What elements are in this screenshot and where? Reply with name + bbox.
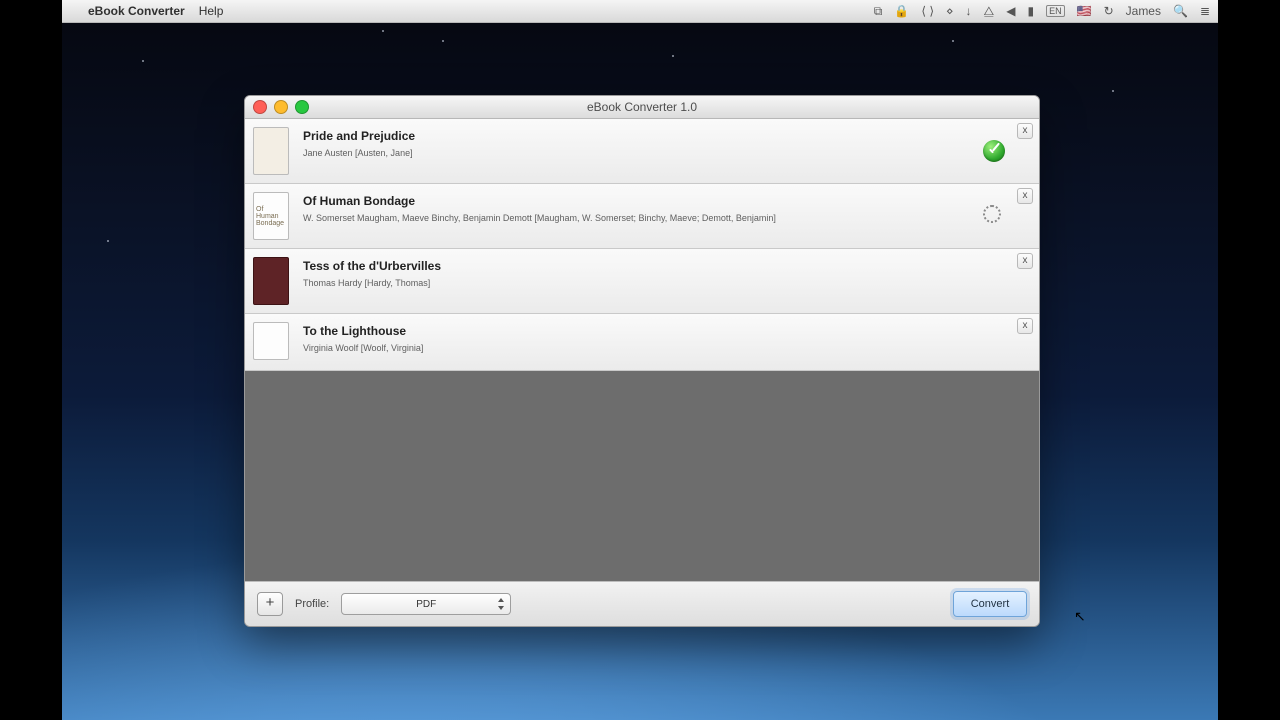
book-thumbnail (253, 257, 289, 305)
remove-item-button[interactable]: x (1017, 188, 1033, 204)
book-thumbnail (253, 322, 289, 360)
list-item[interactable]: Pride and Prejudice Jane Austen [Austen,… (245, 119, 1039, 184)
dropbox-icon[interactable]: ⋄ (946, 4, 954, 18)
empty-area (245, 371, 1039, 581)
app-window: eBook Converter 1.0 Pride and Prejudice … (244, 95, 1040, 627)
convert-button[interactable]: Convert (953, 591, 1027, 617)
list-item[interactable]: Tess of the d'Urbervilles Thomas Hardy [… (245, 249, 1039, 314)
status-done-icon (983, 140, 1005, 162)
flag-icon[interactable]: 🇺🇸 (1077, 4, 1092, 18)
sync-icon[interactable]: ⟨ ⟩ (921, 4, 934, 18)
book-title: To the Lighthouse (303, 324, 1029, 338)
list-item[interactable]: To the Lighthouse Virginia Woolf [Woolf,… (245, 314, 1039, 371)
wifi-icon[interactable]: ⧋ (984, 4, 995, 19)
window-title: eBook Converter 1.0 (587, 100, 697, 114)
time-machine-icon[interactable]: ↻ (1104, 4, 1114, 18)
language-indicator[interactable]: EN (1046, 5, 1065, 17)
status-working-icon (983, 205, 1005, 227)
book-thumbnail (253, 127, 289, 175)
book-title: Pride and Prejudice (303, 129, 1029, 143)
lock-icon[interactable]: 🔒 (894, 4, 909, 18)
download-icon[interactable]: ↓ (966, 4, 972, 18)
window-zoom-button[interactable] (295, 100, 309, 114)
remove-item-button[interactable]: x (1017, 318, 1033, 334)
window-close-button[interactable] (253, 100, 267, 114)
help-menu[interactable]: Help (199, 4, 224, 18)
desktop: eBook Converter Help ⧉ 🔒 ⟨ ⟩ ⋄ ↓ ⧋ ◀︎ ▮ … (62, 0, 1218, 720)
screen-share-icon[interactable]: ⧉ (874, 4, 883, 19)
user-menu[interactable]: James (1126, 4, 1161, 18)
add-button[interactable]: + (257, 592, 283, 616)
profile-label: Profile: (295, 598, 329, 610)
remove-item-button[interactable]: x (1017, 123, 1033, 139)
bottom-toolbar: + Profile: PDF Convert (245, 581, 1039, 626)
list-item[interactable]: Of Human Bondage Of Human Bondage W. Som… (245, 184, 1039, 249)
window-minimize-button[interactable] (274, 100, 288, 114)
book-thumbnail: Of Human Bondage (253, 192, 289, 240)
remove-item-button[interactable]: x (1017, 253, 1033, 269)
spotlight-icon[interactable]: 🔍 (1173, 4, 1188, 18)
book-author: W. Somerset Maugham, Maeve Binchy, Benja… (303, 213, 1029, 223)
profile-select[interactable]: PDF (341, 593, 511, 615)
battery-icon[interactable]: ▮ (1028, 4, 1035, 18)
menubar: eBook Converter Help ⧉ 🔒 ⟨ ⟩ ⋄ ↓ ⧋ ◀︎ ▮ … (62, 0, 1218, 23)
book-author: Virginia Woolf [Woolf, Virginia] (303, 343, 1029, 353)
book-list: Pride and Prejudice Jane Austen [Austen,… (245, 119, 1039, 371)
profile-value: PDF (416, 599, 436, 610)
window-titlebar[interactable]: eBook Converter 1.0 (245, 96, 1039, 119)
book-author: Jane Austen [Austen, Jane] (303, 148, 1029, 158)
volume-icon[interactable]: ◀︎ (1006, 4, 1015, 18)
app-menu[interactable]: eBook Converter (88, 4, 185, 18)
book-title: Tess of the d'Urbervilles (303, 259, 1029, 273)
book-title: Of Human Bondage (303, 194, 1029, 208)
book-author: Thomas Hardy [Hardy, Thomas] (303, 278, 1029, 288)
mouse-cursor-icon: ↖ (1074, 608, 1086, 625)
notification-center-icon[interactable]: ≣ (1200, 4, 1210, 18)
